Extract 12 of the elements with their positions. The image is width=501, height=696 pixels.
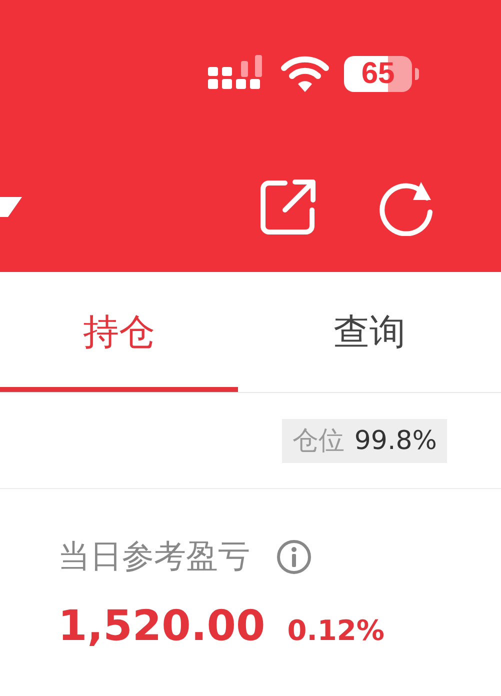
caret-icon[interactable] [0, 195, 22, 219]
share-icon[interactable] [259, 178, 317, 236]
tab[interactable]: 查询 [238, 272, 501, 392]
pnl-label: 当日参考盈亏 [58, 536, 250, 577]
info-icon[interactable] [276, 539, 312, 575]
position-label: 仓位 [292, 425, 344, 458]
tab[interactable]: 持仓 [0, 272, 238, 392]
pnl-percent: 0.12% [287, 614, 384, 647]
battery-indicator: 65 [344, 56, 412, 92]
pnl-amount: 1,520.00 [58, 601, 266, 650]
wifi-icon [280, 55, 330, 93]
position-value: 99.8% [354, 426, 437, 456]
